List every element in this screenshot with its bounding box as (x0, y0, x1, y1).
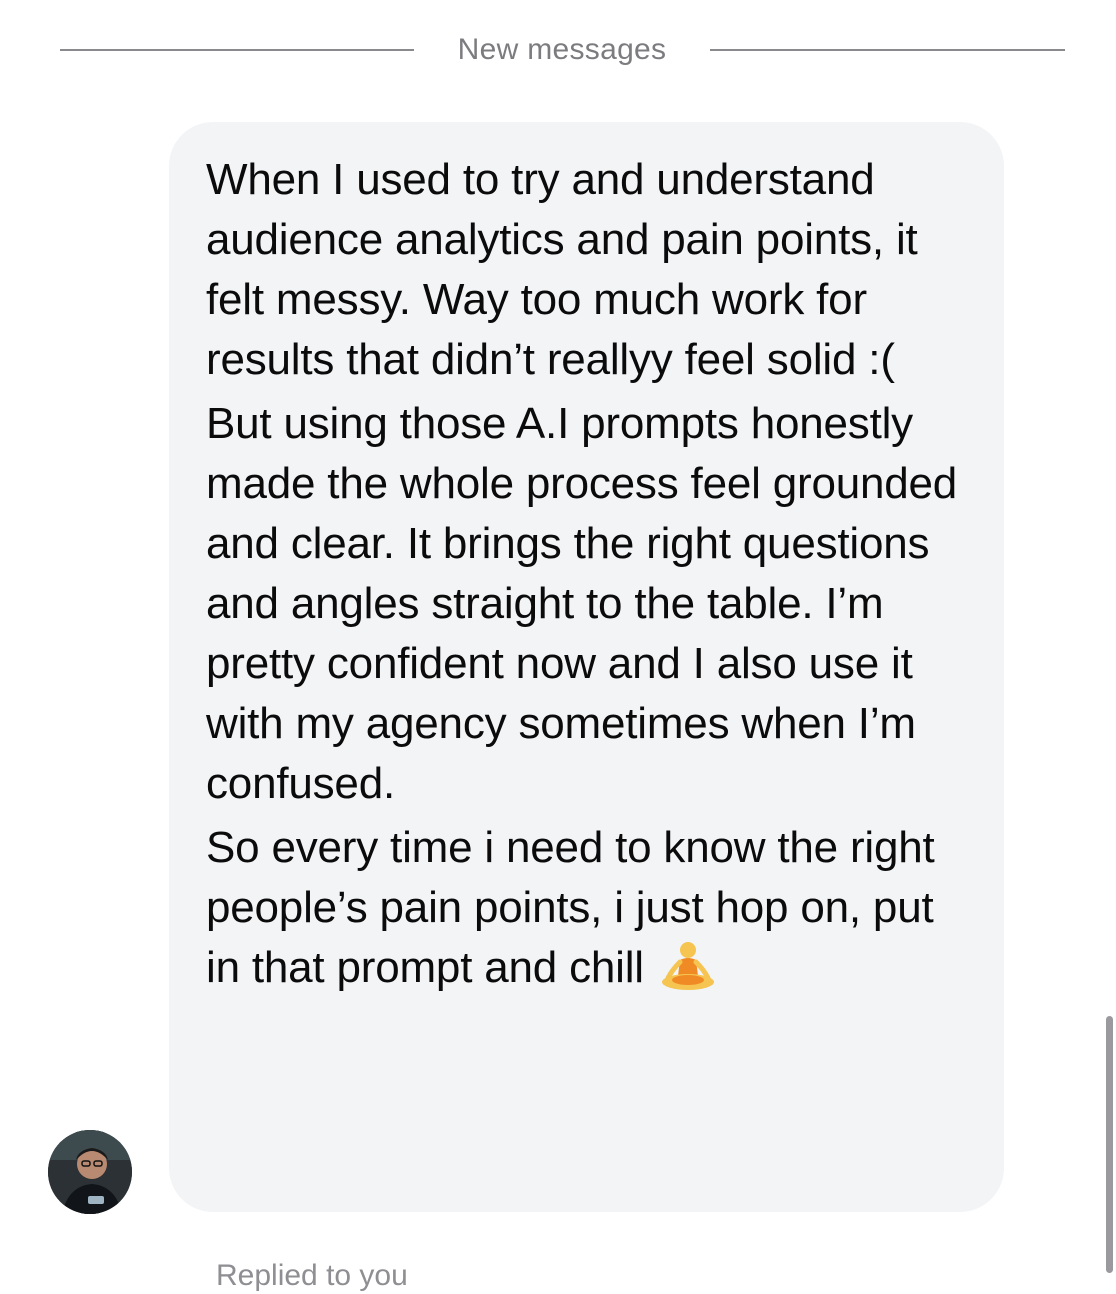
person-in-lotus-position-icon (661, 942, 714, 990)
new-messages-divider: New messages (60, 28, 1065, 72)
message-paragraph-3-text: So every time i need to know the right p… (206, 823, 935, 992)
message-paragraph-3: So every time i need to know the right p… (206, 818, 974, 998)
replied-to-label: Replied to you (216, 1259, 408, 1292)
divider-line-right (710, 49, 1065, 51)
sender-avatar[interactable] (48, 1130, 132, 1214)
scrollbar[interactable] (1106, 1016, 1113, 1273)
divider-line-left (60, 49, 414, 51)
message-paragraph-1: When I used to try and understand audien… (206, 155, 918, 384)
message-paragraph-2: But using those A.I prompts honestly mad… (206, 399, 958, 808)
new-messages-label: New messages (457, 33, 667, 66)
message-bubble[interactable]: When I used to try and understand audien… (169, 122, 1004, 1212)
avatar-photo (48, 1130, 132, 1214)
